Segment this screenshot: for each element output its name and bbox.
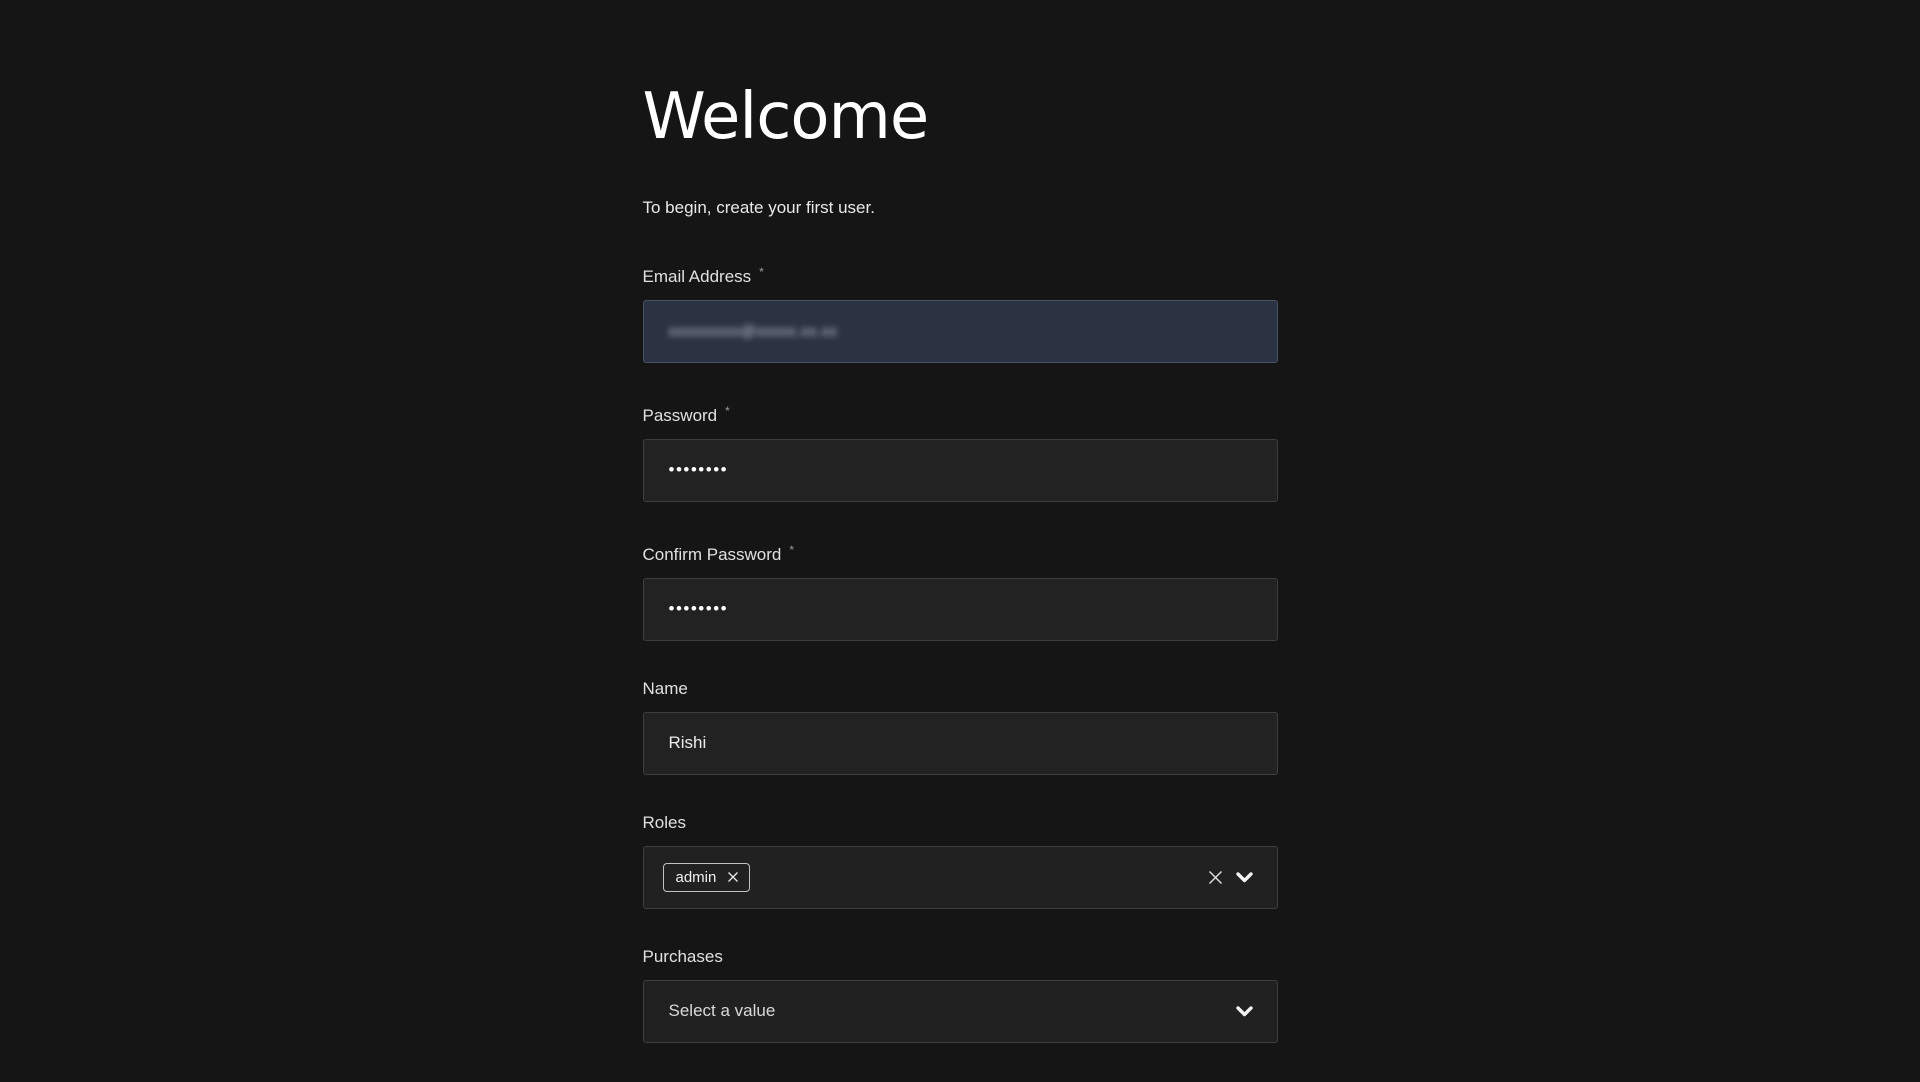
remove-role-x-icon[interactable] — [727, 871, 739, 883]
email-label: Email Address* — [643, 262, 1278, 287]
purchases-field-group: Purchases Select a value — [643, 947, 1278, 1043]
chevron-down-icon[interactable] — [1236, 872, 1253, 883]
clear-value-x-icon[interactable] — [1207, 869, 1224, 886]
purchases-label: Purchases — [643, 947, 1278, 967]
chevron-down-icon[interactable] — [1236, 1006, 1253, 1017]
page-title: Welcome — [643, 84, 1278, 152]
name-field-group: Name Rishi — [643, 679, 1278, 775]
role-chip-label: admin — [676, 869, 717, 886]
confirm-password-input[interactable]: •••••••• — [643, 578, 1278, 641]
roles-field-group: Roles admin — [643, 813, 1278, 909]
email-field-group: Email Address* xxxxxxxxx@xxxxx.xx.xx — [643, 262, 1278, 363]
password-masked-value: •••••••• — [669, 460, 729, 480]
roles-label: Roles — [643, 813, 1278, 833]
name-input[interactable]: Rishi — [643, 712, 1278, 775]
confirm-password-field-group: Confirm Password* •••••••• — [643, 540, 1278, 641]
subtitle: To begin, create your first user. — [643, 197, 1278, 218]
name-value: Rishi — [669, 733, 707, 753]
role-chip-admin[interactable]: admin — [663, 863, 751, 892]
password-field-group: Password* •••••••• — [643, 401, 1278, 502]
email-input[interactable]: xxxxxxxxx@xxxxx.xx.xx — [643, 300, 1278, 363]
purchases-select[interactable]: Select a value — [643, 980, 1278, 1043]
required-mark: * — [759, 265, 764, 279]
password-label: Password* — [643, 401, 1278, 426]
roles-select[interactable]: admin — [643, 846, 1278, 909]
confirm-password-label: Confirm Password* — [643, 540, 1278, 565]
roles-select-controls — [1207, 869, 1253, 886]
create-first-user-form: Welcome To begin, create your first user… — [643, 0, 1278, 1082]
password-input[interactable]: •••••••• — [643, 439, 1278, 502]
purchases-placeholder: Select a value — [669, 1001, 776, 1021]
name-label: Name — [643, 679, 1278, 699]
required-mark: * — [789, 543, 794, 557]
required-mark: * — [725, 404, 730, 418]
confirm-password-masked-value: •••••••• — [669, 599, 729, 619]
email-redacted-value: xxxxxxxxx@xxxxx.xx.xx — [669, 323, 838, 340]
